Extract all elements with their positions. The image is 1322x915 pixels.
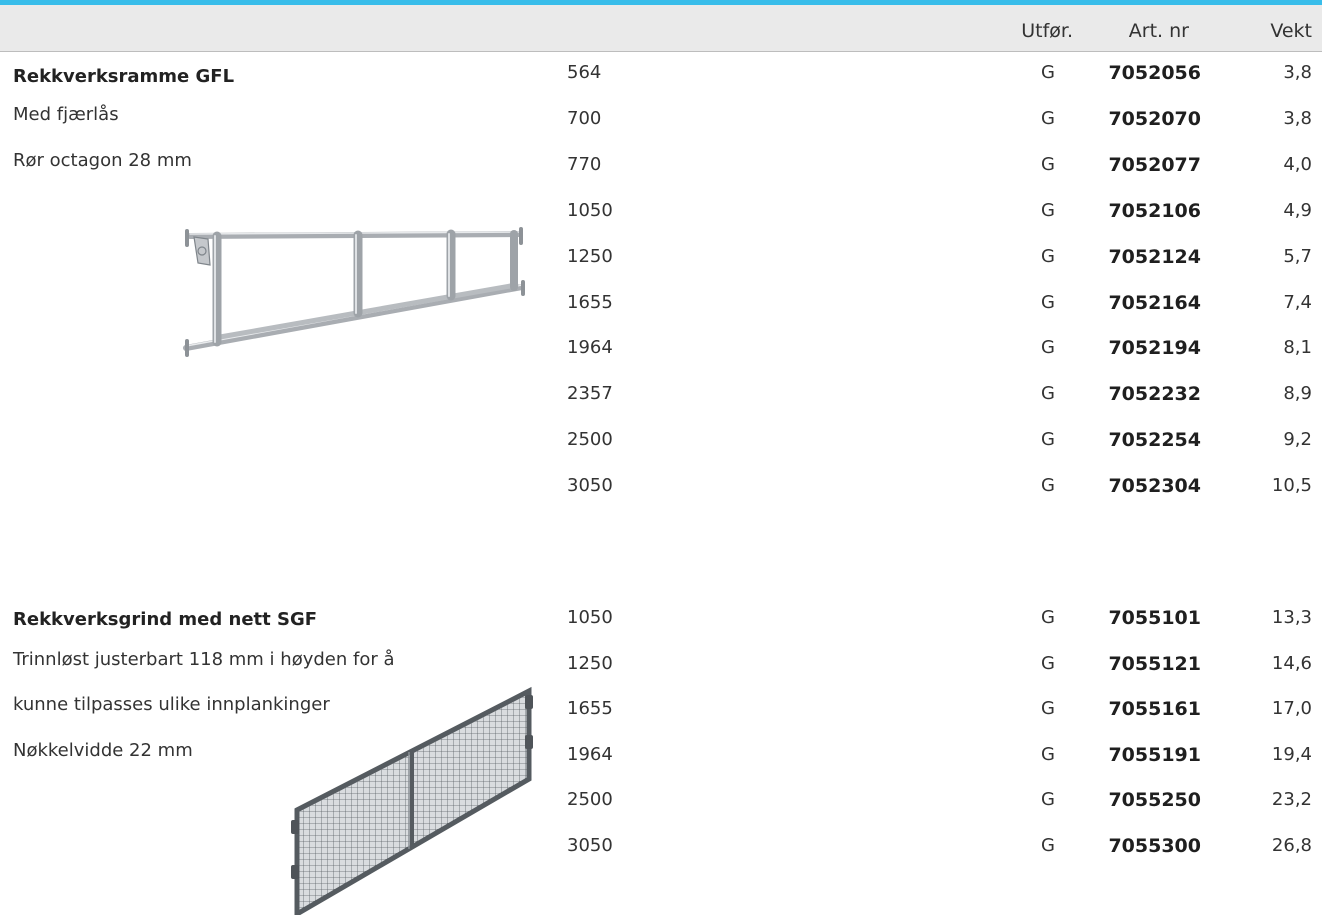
weight-cell: 9,2 (1283, 429, 1312, 451)
table-row: 3050 G 7052304 10,5 (0, 474, 1322, 520)
article-number-cell: 7052194 (1108, 337, 1201, 360)
utforelse-cell: G (1041, 337, 1055, 359)
length-cell: 1050 (567, 607, 613, 628)
weight-cell: 19,4 (1271, 743, 1312, 765)
utforelse-cell: G (1041, 607, 1055, 628)
utforelse-cell: G (1041, 383, 1055, 405)
weight-cell: 10,5 (1271, 475, 1312, 497)
article-number-cell: 7055250 (1108, 789, 1201, 812)
table-row: 2500 G 7055250 23,2 (0, 788, 1322, 834)
weight-cell: 8,1 (1283, 337, 1312, 359)
header-vekt: Vekt (1270, 20, 1312, 42)
utforelse-cell: G (1041, 743, 1055, 765)
weight-cell: 8,9 (1283, 383, 1312, 405)
length-cell: 2500 (567, 789, 613, 811)
weight-cell: 23,2 (1271, 789, 1312, 811)
length-cell: 1655 (567, 698, 613, 720)
article-number-cell: 7052254 (1108, 429, 1201, 452)
weight-cell: 4,0 (1283, 153, 1312, 175)
table-row: 2357 G 7052232 8,9 (0, 382, 1322, 428)
table-row: 770 G 7052077 4,0 (0, 153, 1322, 199)
table-row: 3050 G 7055300 26,8 (0, 834, 1322, 880)
length-cell: 2357 (567, 383, 613, 405)
table-row: 1250 G 7055121 14,6 (0, 652, 1322, 698)
article-number-cell: 7052077 (1108, 153, 1201, 176)
weight-cell: 4,9 (1283, 199, 1312, 221)
utforelse-cell: G (1041, 698, 1055, 720)
table-row: 1964 G 7055191 19,4 (0, 743, 1322, 789)
utforelse-cell: G (1041, 107, 1055, 129)
utforelse-cell: G (1041, 835, 1055, 856)
table-row: 1655 G 7052164 7,4 (0, 291, 1322, 337)
article-number-cell: 7055101 (1108, 607, 1201, 629)
article-number-cell: 7052232 (1108, 383, 1201, 406)
table-row: 564 G 7052056 3,8 (0, 61, 1322, 107)
utforelse-cell: G (1041, 789, 1055, 811)
article-number-cell: 7052164 (1108, 291, 1201, 314)
length-cell: 3050 (567, 475, 613, 497)
length-cell: 1050 (567, 199, 613, 221)
article-number-cell: 7055191 (1108, 743, 1201, 766)
table-row: 2500 G 7052254 9,2 (0, 428, 1322, 474)
table-row: 1250 G 7052124 5,7 (0, 245, 1322, 291)
weight-cell: 3,8 (1283, 107, 1312, 129)
length-cell: 700 (567, 107, 602, 129)
article-number-cell: 7055161 (1108, 698, 1201, 721)
length-cell: 2500 (567, 429, 613, 451)
length-cell: 1250 (567, 245, 613, 267)
header-artnr: Art. nr (1128, 20, 1189, 42)
header-utforelse: Utfør. (1021, 20, 1073, 42)
length-cell: 564 (567, 62, 602, 83)
table-row: 1655 G 7055161 17,0 (0, 697, 1322, 743)
length-cell: 1964 (567, 743, 613, 765)
utforelse-cell: G (1041, 199, 1055, 221)
weight-cell: 7,4 (1283, 291, 1312, 313)
article-number-cell: 7055121 (1108, 652, 1201, 675)
table-row: 700 G 7052070 3,8 (0, 107, 1322, 153)
article-number-cell: 7052056 (1108, 62, 1201, 84)
table-row: 1964 G 7052194 8,1 (0, 336, 1322, 382)
length-cell: 3050 (567, 835, 613, 856)
article-number-cell: 7052106 (1108, 199, 1201, 222)
table-row: 1050 G 7055101 13,3 (0, 606, 1322, 652)
length-cell: 1655 (567, 291, 613, 313)
utforelse-cell: G (1041, 475, 1055, 497)
weight-cell: 17,0 (1271, 698, 1312, 720)
weight-cell: 26,8 (1271, 835, 1312, 856)
utforelse-cell: G (1041, 429, 1055, 451)
length-cell: 1250 (567, 652, 613, 674)
length-cell: 1964 (567, 337, 613, 359)
utforelse-cell: G (1041, 245, 1055, 267)
weight-cell: 14,6 (1271, 652, 1312, 674)
article-number-cell: 7052124 (1108, 245, 1201, 268)
utforelse-cell: G (1041, 62, 1055, 83)
table-header: Utfør. Art. nr Vekt (0, 5, 1322, 52)
utforelse-cell: G (1041, 291, 1055, 313)
article-number-cell: 7055300 (1108, 835, 1201, 857)
article-number-cell: 7052304 (1108, 475, 1201, 498)
weight-cell: 5,7 (1283, 245, 1312, 267)
article-number-cell: 7052070 (1108, 107, 1201, 130)
utforelse-cell: G (1041, 153, 1055, 175)
table-row: 1050 G 7052106 4,9 (0, 199, 1322, 245)
length-cell: 770 (567, 153, 602, 175)
utforelse-cell: G (1041, 652, 1055, 674)
weight-cell: 3,8 (1283, 62, 1312, 83)
weight-cell: 13,3 (1271, 607, 1312, 628)
